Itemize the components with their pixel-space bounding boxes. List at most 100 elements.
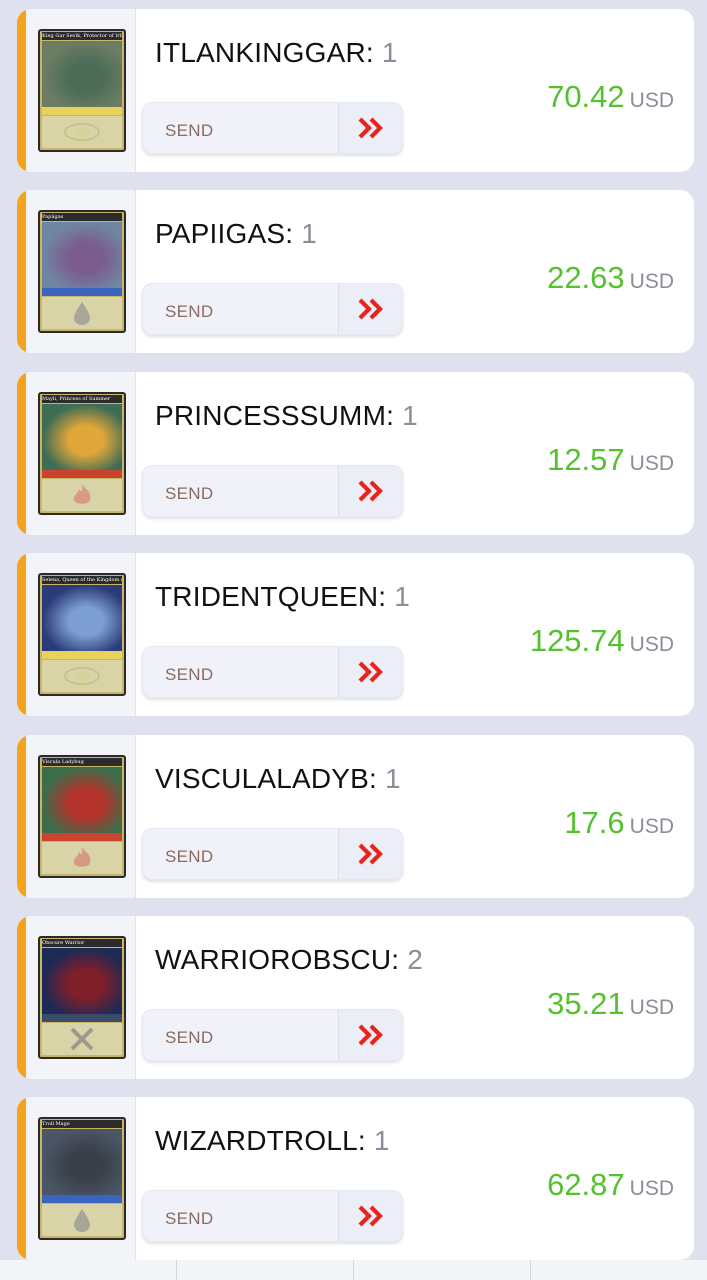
earth-icon xyxy=(62,663,102,689)
price-currency: USD xyxy=(629,452,674,475)
card-art-image xyxy=(42,41,122,107)
fire-icon xyxy=(62,845,102,871)
card-art-textbox xyxy=(42,479,122,511)
card-art-bar xyxy=(42,288,122,296)
card-art-bar xyxy=(42,107,122,115)
card-thumbnail[interactable]: Troll Mage xyxy=(38,1117,126,1240)
card-art-title: Mayli, Princess of Summer xyxy=(42,395,122,403)
send-button-label: SEND xyxy=(165,121,214,140)
card-thumbnail[interactable]: Papiigas xyxy=(38,210,126,333)
card-art-title: Papiigas xyxy=(42,213,122,221)
price-currency: USD xyxy=(629,633,674,656)
thumbnail-column: Mayli, Princess of Summer xyxy=(26,372,136,535)
double-chevron-right-icon[interactable] xyxy=(338,466,402,516)
send-button[interactable]: SEND xyxy=(142,646,403,698)
double-chevron-right-icon[interactable] xyxy=(338,829,402,879)
card-art-textbox xyxy=(42,297,122,329)
double-chevron-right-icon[interactable] xyxy=(338,103,402,153)
card-name-line: WIZARDTROLL: 1 xyxy=(155,1125,390,1157)
double-chevron-right-icon[interactable] xyxy=(338,1010,402,1060)
card-art-bar xyxy=(42,470,122,478)
price-value: 62.87 xyxy=(547,1167,625,1202)
fire-icon xyxy=(62,482,102,508)
send-button[interactable]: SEND xyxy=(142,1190,403,1242)
send-button[interactable]: SEND xyxy=(142,465,403,517)
card-art-image xyxy=(42,222,122,288)
card-quantity: 1 xyxy=(402,400,418,431)
price: 22.63 USD xyxy=(547,260,674,296)
list-item[interactable]: Mayli, Princess of Summer PRINCESSSUMM: … xyxy=(17,372,694,535)
card-art-title: Viscula Ladybug xyxy=(42,758,122,766)
card-art-title: Troll Mage xyxy=(42,1120,122,1128)
price: 12.57 USD xyxy=(547,442,674,478)
card-name: WARRIOROBSCU xyxy=(155,944,392,975)
accent-bar xyxy=(17,916,26,1079)
card-quantity: 1 xyxy=(394,581,411,612)
send-button-label: SEND xyxy=(165,1209,214,1228)
price-currency: USD xyxy=(629,89,674,112)
card-thumbnail[interactable]: Selena, Queen of the Kingdom of Tridens xyxy=(38,573,126,696)
double-chevron-right-icon[interactable] xyxy=(338,647,402,697)
bottom-tab[interactable] xyxy=(177,1260,354,1280)
double-chevron-right-icon[interactable] xyxy=(338,1191,402,1241)
card-art-image xyxy=(42,948,122,1014)
price: 62.87 USD xyxy=(547,1167,674,1203)
card-name: TRIDENTQUEEN xyxy=(155,581,379,612)
water-icon xyxy=(62,1207,102,1233)
card-art-image xyxy=(42,404,122,470)
card-thumbnail[interactable]: King Gar Sevik, Protector of Irlin xyxy=(38,29,126,152)
earth-icon xyxy=(62,119,102,145)
send-button[interactable]: SEND xyxy=(142,828,403,880)
send-button-label: SEND xyxy=(165,484,214,503)
send-button-label: SEND xyxy=(165,302,214,321)
card-thumbnail[interactable]: Mayli, Princess of Summer xyxy=(38,392,126,515)
name-separator: : xyxy=(391,944,408,975)
list-item[interactable]: Papiigas PAPIIGAS: 1 22.63 USD SEND xyxy=(17,190,694,353)
send-button[interactable]: SEND xyxy=(142,1009,403,1061)
bottom-tab[interactable] xyxy=(0,1260,177,1280)
accent-bar xyxy=(17,9,26,172)
list-item[interactable]: King Gar Sevik, Protector of Irlin ITLAN… xyxy=(17,9,694,172)
card-list: King Gar Sevik, Protector of Irlin ITLAN… xyxy=(0,0,707,1280)
accent-bar xyxy=(17,190,26,353)
double-chevron-right-icon[interactable] xyxy=(338,284,402,334)
accent-bar xyxy=(17,735,26,898)
thumbnail-column: King Gar Sevik, Protector of Irlin xyxy=(26,9,136,172)
price-currency: USD xyxy=(629,815,674,838)
list-item[interactable]: Selena, Queen of the Kingdom of Tridens … xyxy=(17,553,694,716)
thumbnail-column: Obscure Warrior xyxy=(26,916,136,1079)
list-item[interactable]: Viscula Ladybug VISCULALADYB: 1 17.6 USD … xyxy=(17,735,694,898)
price-currency: USD xyxy=(629,996,674,1019)
send-button[interactable]: SEND xyxy=(142,102,403,154)
bottom-tab[interactable] xyxy=(354,1260,531,1280)
price-value: 17.6 xyxy=(564,805,625,840)
bottom-tab-bar xyxy=(0,1260,707,1280)
price-value: 22.63 xyxy=(547,260,625,295)
price: 17.6 USD xyxy=(564,805,674,841)
list-item[interactable]: Troll Mage WIZARDTROLL: 1 62.87 USD SEND xyxy=(17,1097,694,1260)
card-art-bar xyxy=(42,1195,122,1203)
card-thumbnail[interactable]: Viscula Ladybug xyxy=(38,755,126,878)
thumbnail-column: Viscula Ladybug xyxy=(26,735,136,898)
thumbnail-column: Papiigas xyxy=(26,190,136,353)
card-art-textbox xyxy=(42,842,122,874)
name-separator: : xyxy=(369,763,386,794)
card-name: ITLANKINGGAR xyxy=(155,37,366,68)
card-art-textbox xyxy=(42,660,122,692)
card-quantity: 1 xyxy=(381,37,398,68)
card-art-image xyxy=(42,1129,122,1195)
send-button[interactable]: SEND xyxy=(142,283,403,335)
card-name-line: WARRIOROBSCU: 2 xyxy=(155,944,423,976)
card-thumbnail[interactable]: Obscure Warrior xyxy=(38,936,126,1059)
bottom-tab[interactable] xyxy=(531,1260,707,1280)
card-name: PRINCESSSUMM xyxy=(155,400,387,431)
card-quantity: 1 xyxy=(301,218,317,249)
price-value: 35.21 xyxy=(547,986,625,1021)
card-name: VISCULALADYB xyxy=(155,763,370,794)
death-icon xyxy=(62,1026,102,1052)
price-value: 12.57 xyxy=(547,442,625,477)
list-item[interactable]: Obscure Warrior WARRIOROBSCU: 2 35.21 USD… xyxy=(17,916,694,1079)
price: 125.74 USD xyxy=(530,623,674,659)
card-quantity: 1 xyxy=(373,1125,390,1156)
price-value: 70.42 xyxy=(547,79,625,114)
